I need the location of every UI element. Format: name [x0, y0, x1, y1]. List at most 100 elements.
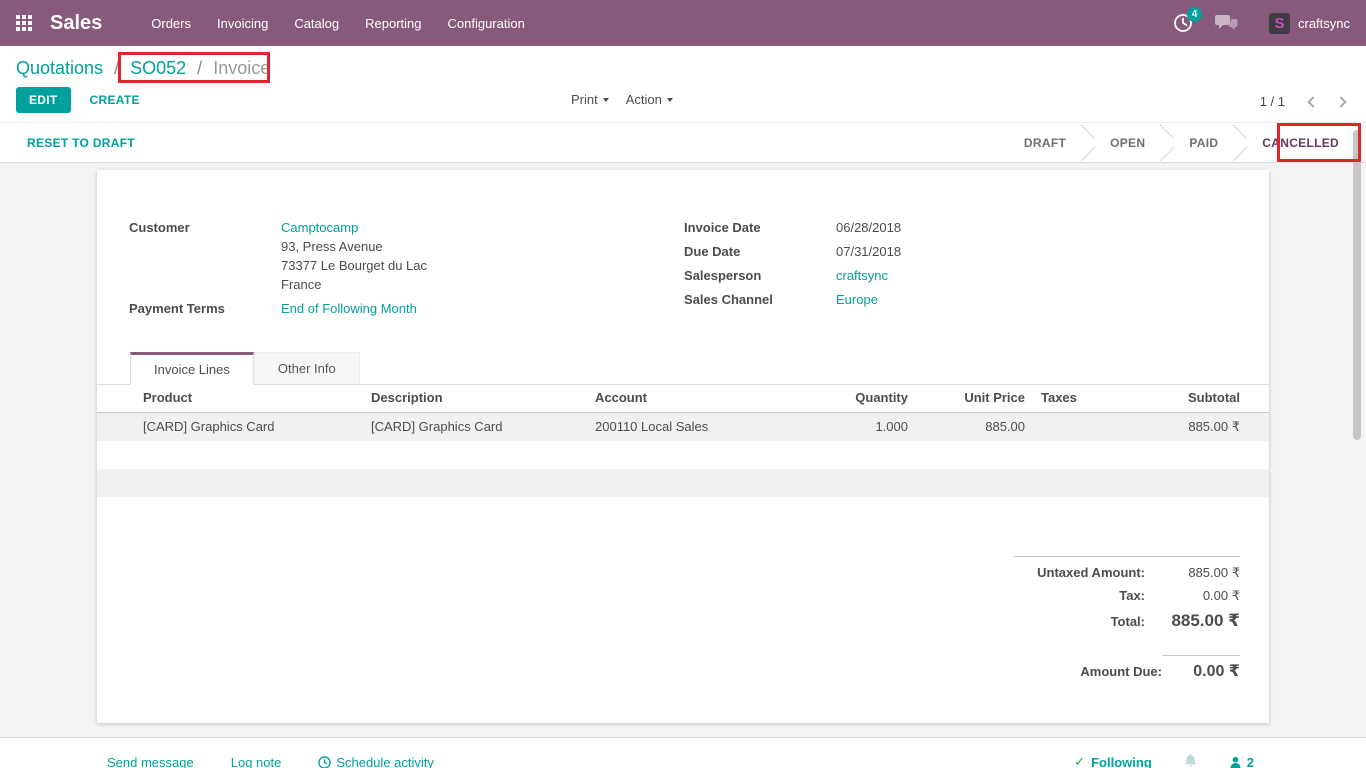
status-open[interactable]: OPEN [1095, 136, 1160, 150]
person-icon [1229, 756, 1242, 768]
status-pills: DRAFT OPEN PAID CANCELLED [1009, 123, 1366, 162]
amount-due-label: Amount Due: [1080, 664, 1162, 679]
status-chevron-icon [1081, 123, 1095, 162]
activity-clock-icon[interactable]: 4 [1173, 13, 1193, 33]
top-navbar: Sales Orders Invoicing Catalog Reporting… [0, 0, 1366, 46]
tab-invoice-lines[interactable]: Invoice Lines [130, 352, 254, 385]
table-row-empty [97, 441, 1269, 469]
pager: 1 / 1 [1260, 94, 1345, 109]
notebook: Invoice Lines Other Info Product Descrip… [97, 352, 1269, 497]
status-chevron-icon [1160, 123, 1174, 162]
cell-unit-price: 885.00 [916, 413, 1033, 442]
send-message-button[interactable]: Send message [107, 755, 194, 768]
col-subtotal: Subtotal [1127, 385, 1269, 413]
breadcrumb-quotations[interactable]: Quotations [16, 58, 103, 78]
tax-value: 0.00 ₹ [1145, 588, 1240, 604]
tab-strip: Invoice Lines Other Info [97, 352, 1269, 385]
following-button[interactable]: ✓ Following [1074, 754, 1152, 768]
status-draft[interactable]: DRAFT [1009, 136, 1081, 150]
breadcrumb-current: Invoice [213, 58, 270, 78]
pager-previous-icon[interactable] [1307, 96, 1318, 107]
messages-icon[interactable] [1215, 14, 1239, 32]
amount-due-value: 0.00 ₹ [1162, 655, 1240, 681]
payment-terms-field: Payment Terms End of Following Month [129, 299, 559, 318]
statusbar: RESET TO DRAFT DRAFT OPEN PAID CANCELLED [0, 122, 1366, 163]
cell-account: 200110 Local Sales [587, 413, 797, 442]
table-row[interactable]: [CARD] Graphics Card [CARD] Graphics Car… [97, 413, 1269, 442]
app-title[interactable]: Sales [50, 12, 102, 35]
action-menu[interactable]: Action [626, 92, 673, 107]
chatter-right: ✓ Following 2 [1074, 753, 1254, 768]
sales-channel-link[interactable]: Europe [836, 290, 878, 309]
print-menu[interactable]: Print [571, 92, 609, 107]
cell-description: [CARD] Graphics Card [363, 413, 587, 442]
following-label: Following [1091, 755, 1152, 768]
menu-invoicing[interactable]: Invoicing [204, 10, 281, 37]
address-line: France [281, 275, 427, 294]
bell-icon[interactable] [1184, 753, 1197, 768]
customer-link[interactable]: Camptocamp [281, 220, 358, 235]
scrollbar-thumb[interactable] [1353, 130, 1361, 440]
content-area: Customer Camptocamp 93, Press Avenue 733… [0, 163, 1366, 737]
print-menu-label: Print [571, 92, 598, 107]
totals-panel: Untaxed Amount: 885.00 ₹ Tax: 0.00 ₹ Tot… [1014, 556, 1240, 688]
pager-next-icon[interactable] [1335, 96, 1346, 107]
bell-glyph [1184, 753, 1197, 768]
form-group-left: Customer Camptocamp 93, Press Avenue 733… [129, 218, 559, 323]
status-chevron-icon [1233, 123, 1247, 162]
action-menu-label: Action [626, 92, 662, 107]
amount-due-row: Amount Due: 0.00 ₹ [1014, 655, 1240, 681]
col-taxes: Taxes [1033, 385, 1127, 413]
avatar[interactable]: S [1269, 13, 1290, 34]
invoice-lines-table: Product Description Account Quantity Uni… [97, 385, 1269, 497]
status-paid[interactable]: PAID [1174, 136, 1233, 150]
sales-channel-label: Sales Channel [684, 290, 836, 309]
edit-button[interactable]: EDIT [16, 87, 71, 113]
cell-quantity: 1.000 [797, 413, 916, 442]
form-group-right: Invoice Date 06/28/2018 Due Date 07/31/2… [684, 218, 1114, 314]
col-product: Product [97, 385, 363, 413]
invoice-date-label: Invoice Date [684, 218, 836, 237]
pager-count: 1 / 1 [1260, 94, 1285, 109]
cell-taxes [1033, 413, 1127, 442]
invoice-form-card: Customer Camptocamp 93, Press Avenue 733… [97, 170, 1269, 723]
table-row-empty [97, 469, 1269, 497]
salesperson-field: Salesperson craftsync [684, 266, 1114, 285]
menu-reporting[interactable]: Reporting [352, 10, 434, 37]
sales-channel-field: Sales Channel Europe [684, 290, 1114, 309]
avatar-letter: S [1274, 15, 1284, 32]
create-button[interactable]: CREATE [90, 93, 140, 107]
customer-field: Customer Camptocamp 93, Press Avenue 733… [129, 218, 559, 294]
chatter: Send message Log note Schedule activity … [0, 737, 1366, 768]
menu-catalog[interactable]: Catalog [281, 10, 352, 37]
status-cancelled[interactable]: CANCELLED [1247, 136, 1354, 150]
chatter-toolbar: Send message Log note Schedule activity … [0, 738, 1366, 768]
activity-badge: 4 [1187, 7, 1202, 22]
log-note-button[interactable]: Log note [231, 755, 282, 768]
menu-configuration[interactable]: Configuration [435, 10, 538, 37]
navbar-right: 4 S craftsync [1173, 13, 1350, 34]
chat-bubbles-glyph [1215, 14, 1239, 32]
salesperson-link[interactable]: craftsync [836, 266, 888, 285]
col-quantity: Quantity [797, 385, 916, 413]
tab-other-info[interactable]: Other Info [254, 352, 360, 384]
col-account: Account [587, 385, 797, 413]
col-description: Description [363, 385, 587, 413]
followers-button[interactable]: 2 [1229, 755, 1254, 768]
due-date-field: Due Date 07/31/2018 [684, 242, 1114, 261]
cell-product: [CARD] Graphics Card [97, 413, 363, 442]
payment-terms-label: Payment Terms [129, 299, 281, 318]
menu-orders[interactable]: Orders [138, 10, 204, 37]
address-line: 73377 Le Bourget du Lac [281, 256, 427, 275]
user-menu[interactable]: craftsync [1298, 16, 1350, 31]
action-menus: Print Action [571, 92, 673, 107]
caret-down-icon [667, 98, 673, 102]
schedule-activity-label: Schedule activity [336, 755, 434, 768]
reset-to-draft-button[interactable]: RESET TO DRAFT [27, 136, 135, 150]
col-unit-price: Unit Price [916, 385, 1033, 413]
apps-menu-icon[interactable] [16, 15, 33, 32]
schedule-activity-button[interactable]: Schedule activity [318, 755, 434, 768]
invoice-date-field: Invoice Date 06/28/2018 [684, 218, 1114, 237]
breadcrumb-so052[interactable]: SO052 [130, 58, 186, 78]
payment-terms-link[interactable]: End of Following Month [281, 299, 417, 318]
